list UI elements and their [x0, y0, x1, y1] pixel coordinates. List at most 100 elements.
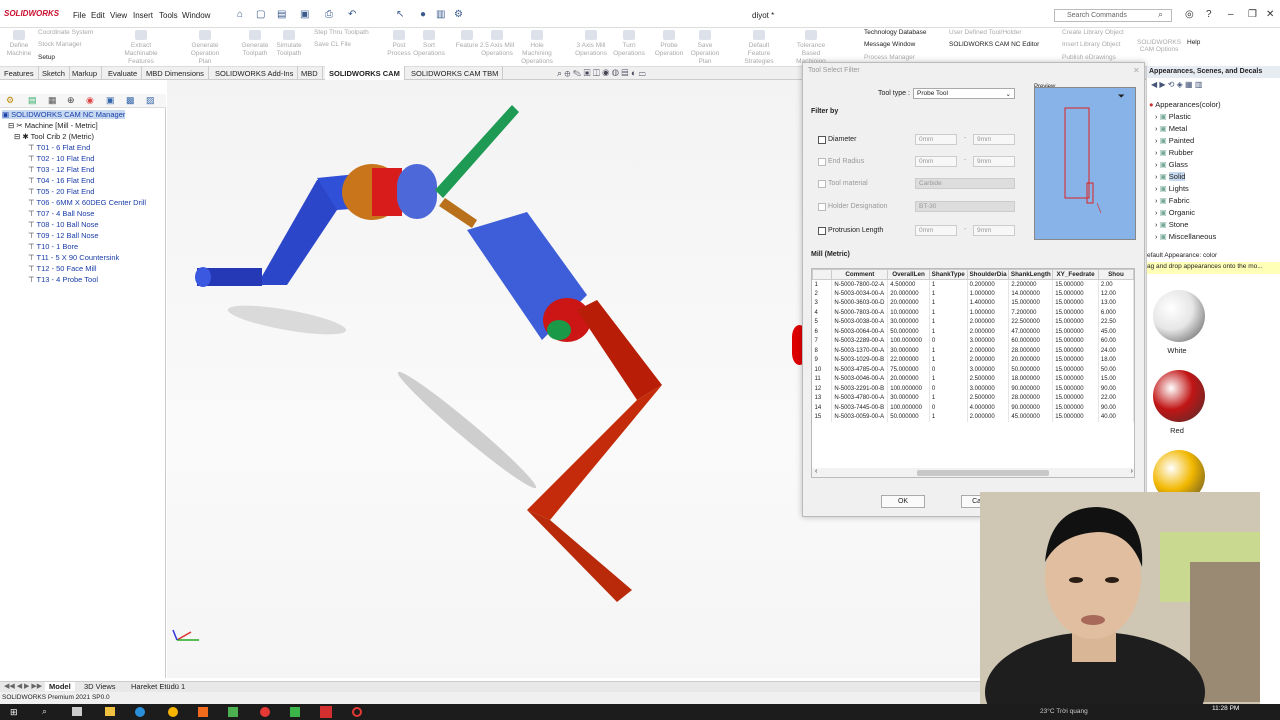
help-button[interactable]: Help — [1187, 39, 1200, 46]
table-row[interactable]: 2 N-5003-0034-00-A 20.000000 1 1.000000 14.00… — [812, 289, 1134, 299]
search-icon[interactable]: ⌕ — [1158, 9, 1163, 20]
tree-item-machine[interactable]: ⊟ ✂ Machine [Mill - Metric] — [8, 121, 98, 130]
appearance-folder[interactable]: › ▣ Miscellaneous — [1155, 232, 1216, 241]
cam-options-button[interactable]: SOLIDWORKS CAM Options — [1137, 39, 1181, 53]
filter-select[interactable]: Carbide — [915, 178, 1015, 189]
open-icon[interactable]: ▤ — [277, 9, 286, 20]
column-header[interactable]: ShoulderDia — [966, 269, 1010, 280]
appearance-folder[interactable]: › ▣ Fabric — [1155, 196, 1190, 205]
tab-features[interactable]: Features — [0, 66, 39, 80]
column-header[interactable]: XY_Feedrate — [1052, 269, 1099, 280]
close-button[interactable]: ✕ — [1266, 9, 1274, 20]
column-header[interactable]: ShankType — [928, 269, 968, 280]
menu-view[interactable]: View — [110, 11, 127, 20]
horizontal-scrollbar[interactable]: ‹ › — [812, 468, 1134, 477]
column-header[interactable]: Shou — [1097, 269, 1134, 280]
ribbon-button-14[interactable]: Default Feature Strategies — [740, 30, 778, 66]
minimize-button[interactable]: – — [1228, 9, 1234, 20]
setup-button[interactable]: Setup — [38, 54, 55, 61]
home-icon[interactable]: ⌂ — [237, 9, 243, 20]
tab-markup[interactable]: Markup — [68, 66, 103, 80]
table-row[interactable]: 14 N-5003-7445-00-B 100.000000 0 4.000000 90.… — [812, 403, 1134, 413]
tree-item-tool[interactable]: ⊤ T02 - 10 Flat End — [28, 154, 94, 163]
ribbon-button-11[interactable]: Turn Operations — [610, 30, 648, 58]
camtasia-icon[interactable] — [290, 707, 300, 717]
tab-solidworks-addins[interactable]: SOLIDWORKS Add-Ins — [211, 66, 299, 80]
save-cl-file-button[interactable]: Save CL File — [314, 41, 351, 48]
search-commands-input[interactable]: Search Commands — [1054, 9, 1172, 22]
table-row[interactable]: 6 N-5003-0064-00-A 50.000000 1 2.000000 47.00… — [812, 327, 1134, 337]
table-row[interactable]: 5 N-5003-0038-00-A 30.000000 1 2.000000 22.50… — [812, 317, 1134, 327]
solidworks-taskbar-icon[interactable] — [320, 706, 332, 718]
message-window-button[interactable]: Message Window — [864, 41, 915, 48]
tab-solidworks-cam-tbm[interactable]: SOLIDWORKS CAM TBM — [407, 66, 504, 80]
appearance-swatch[interactable] — [1153, 290, 1205, 342]
tool-library-grid[interactable]: Comment OverallLen ShankType ShoulderDia Sha… — [811, 268, 1135, 478]
tab-sketch[interactable]: Sketch — [38, 66, 70, 80]
rebuild-icon[interactable]: ● — [420, 9, 426, 20]
heads-up-view-toolbar[interactable]: ⌕ ⊕ ✎ ▣ ◫ ◉ ◍ ▤ ◐ ▭ — [557, 68, 646, 79]
undo-icon[interactable]: ↶ — [348, 9, 356, 20]
manager-tabs[interactable]: ⚙ ▤ ▦ ⊕ ◉ ▣ ▩ ▨ — [0, 94, 166, 108]
menu-tools[interactable]: Tools — [159, 11, 178, 20]
appearances-root[interactable]: ● Appearances(color) — [1149, 100, 1221, 109]
tab-mbd-dimensions[interactable]: MBD Dimensions — [142, 66, 209, 80]
browser-icon[interactable] — [168, 707, 178, 717]
tree-item-tool[interactable]: ⊤ T06 - 6MM X 60DEG Center Drill — [28, 198, 146, 207]
process-manager-button[interactable]: Process Manager — [864, 54, 915, 61]
user-defined-tool-button[interactable]: User Defined Tool/Holder — [949, 29, 1022, 36]
table-row[interactable]: 11 N-5003-0046-00-A 20.000000 1 2.500000 18.0… — [812, 374, 1134, 384]
record-icon[interactable] — [352, 707, 362, 717]
filter-max-input[interactable]: 9mm — [973, 134, 1015, 145]
ribbon-button-9[interactable]: Hole Machining Operations — [518, 30, 556, 66]
filter-checkbox[interactable] — [818, 180, 826, 188]
options-gear-icon[interactable]: ⚙ — [454, 9, 463, 20]
ribbon-button-1[interactable]: Extract Machinable Features — [122, 30, 160, 66]
clock[interactable]: 11:28 PM — [1212, 705, 1239, 712]
task-view-icon[interactable] — [72, 707, 82, 716]
appearance-folder[interactable]: › ▣ Organic — [1155, 208, 1195, 217]
restore-button[interactable]: ❐ — [1248, 9, 1257, 20]
start-icon[interactable]: ⊞ — [10, 707, 18, 718]
file-properties-icon[interactable]: ▥ — [436, 9, 445, 20]
filter-select[interactable]: BT-30 — [915, 201, 1015, 212]
appearance-folder[interactable]: › ▣ Stone — [1155, 220, 1188, 229]
appearance-folder[interactable]: › ▣ Painted — [1155, 136, 1194, 145]
filter-min-input[interactable]: 0mm — [915, 134, 957, 145]
ribbon-button-10[interactable]: 3 Axis Mill Operations — [572, 30, 610, 58]
appearance-folder[interactable]: › ▣ Plastic — [1155, 112, 1191, 121]
select-icon[interactable]: ↖ — [396, 9, 404, 20]
dialog-close-icon[interactable]: ✕ — [1133, 66, 1140, 75]
tab-mbd[interactable]: MBD — [297, 66, 323, 80]
filter-max-input[interactable]: 9mm — [973, 225, 1015, 236]
tab-solidworks-cam[interactable]: SOLIDWORKS CAM — [325, 66, 405, 80]
technology-database-button[interactable]: Technology Database — [864, 29, 927, 36]
stock-manager-button[interactable]: Stock Manager — [38, 41, 82, 48]
step-thru-toolpath-button[interactable]: Step Thru Toolpath — [314, 29, 369, 36]
filter-max-input[interactable]: 9mm — [973, 156, 1015, 167]
table-row[interactable]: 15 N-5003-0059-00-A 50.000000 1 2.000000 45.0… — [812, 412, 1134, 422]
menu-file[interactable]: File — [73, 11, 86, 20]
ok-button[interactable]: OK — [881, 495, 925, 508]
chrome-icon[interactable] — [260, 707, 270, 717]
nc-editor-button[interactable]: SOLIDWORKS CAM NC Editor — [949, 41, 1039, 48]
user-icon[interactable]: ◎ — [1185, 9, 1194, 20]
publish-edrawings-button[interactable]: Publish eDrawings — [1062, 54, 1116, 61]
search-taskbar-icon[interactable]: ⌕ — [42, 706, 47, 717]
appearance-folder[interactable]: › ▣ Solid — [1155, 172, 1186, 181]
save-icon[interactable]: ▣ — [300, 9, 309, 20]
tree-item-tool[interactable]: ⊤ T05 - 20 Flat End — [28, 187, 94, 196]
tab-scroll-icon[interactable]: ◀◀ ◀ ▶ ▶▶ — [4, 682, 42, 690]
tree-item-tool[interactable]: ⊤ T10 - 1 Bore — [28, 242, 78, 251]
table-row[interactable]: 8 N-5003-1370-00-A 30.000000 1 2.000000 28.00… — [812, 346, 1134, 356]
coordinate-system-button[interactable]: Coordinate System — [38, 29, 93, 36]
ribbon-button-13[interactable]: Save Operation Plan — [686, 30, 724, 66]
table-row[interactable]: 4 N-5000-7803-00-A 10.000000 1 1.000000 7.200… — [812, 308, 1134, 318]
column-header[interactable]: Comment — [831, 269, 889, 280]
create-library-object-button[interactable]: Create Library Object — [1062, 29, 1124, 36]
ribbon-button-15[interactable]: Tolerance Based Machining — [792, 30, 830, 66]
tab-model[interactable]: Model — [45, 682, 75, 691]
column-header[interactable] — [812, 269, 833, 280]
appearance-folder[interactable]: › ▣ Glass — [1155, 160, 1188, 169]
tree-item-tool[interactable]: ⊤ T09 - 12 Ball Nose — [28, 231, 99, 240]
